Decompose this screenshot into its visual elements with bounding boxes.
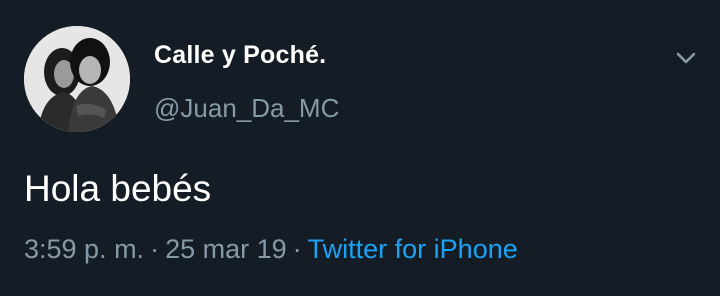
tweet-card: Calle y Poché. @Juan_Da_MC Hola bebés 3:… — [0, 0, 720, 296]
tweet-meta: 3:59 p. m. · 25 mar 19 · Twitter for iPhone — [24, 234, 518, 265]
meta-separator: · — [292, 234, 302, 264]
tweet-text: Hola bebés — [24, 168, 212, 209]
meta-separator: · — [150, 234, 160, 264]
tweet-source-link[interactable]: Twitter for iPhone — [308, 234, 518, 264]
avatar-photo-icon — [24, 26, 130, 132]
author-handle[interactable]: @Juan_Da_MC — [154, 93, 339, 124]
author-avatar[interactable] — [24, 26, 130, 132]
chevron-down-icon[interactable] — [672, 44, 700, 72]
author-display-name[interactable]: Calle y Poché. — [154, 41, 326, 70]
tweet-date: 25 mar 19 — [165, 234, 287, 264]
tweet-time: 3:59 p. m. — [24, 234, 145, 264]
